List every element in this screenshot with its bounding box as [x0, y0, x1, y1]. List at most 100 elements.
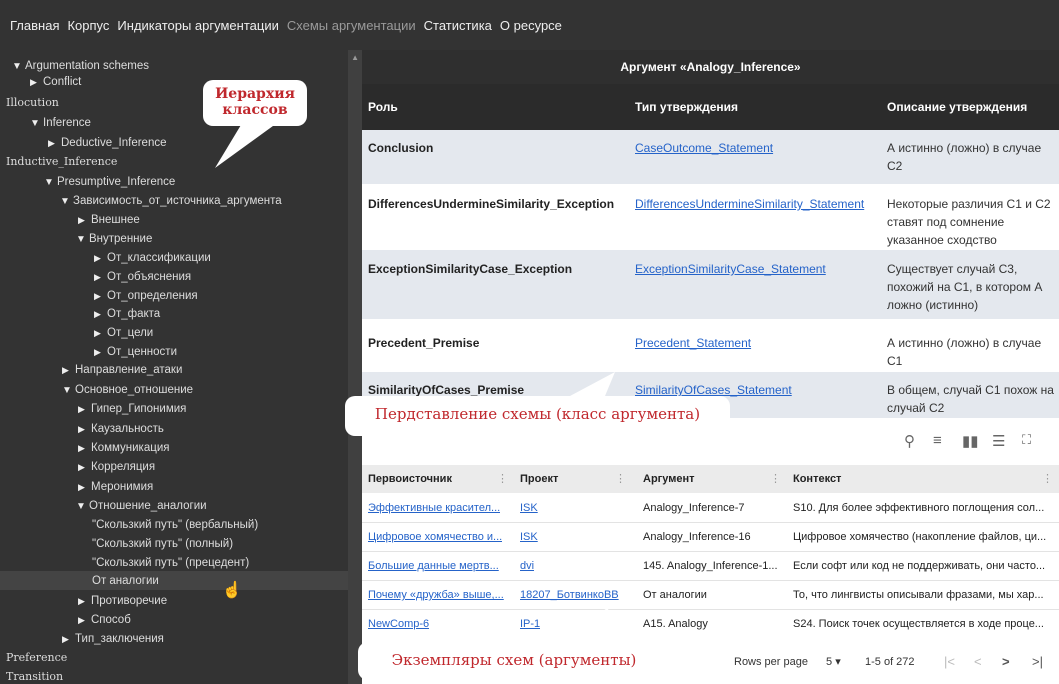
tree-node-label: Направление_атаки [75, 364, 183, 376]
statement-type-link[interactable]: DifferencesUndermineSimilarity_Statement [635, 195, 864, 213]
fullscreen-icon[interactable]: ⛶ [1022, 432, 1031, 448]
tree-node-from-fact[interactable]: ▶ От_факта [94, 305, 160, 323]
project-link[interactable]: 18207_БотвинкоВВ [520, 581, 619, 610]
source-link[interactable]: Почему «дружба» выше,... [368, 581, 504, 610]
tree-node-label: Тип_заключения [75, 633, 164, 645]
tree-node-label: Основное_отношение [75, 384, 194, 396]
nav-item-about[interactable]: О ресурсе [500, 18, 562, 33]
scroll-up-icon[interactable]: ▲ [351, 53, 359, 62]
tree-node-main-relation[interactable]: ▼ Основное_отношение [62, 381, 193, 399]
tree-node-label: От_определения [107, 290, 198, 302]
nav-item-indicators[interactable]: Индикаторы аргументации [117, 18, 278, 33]
column-header-context[interactable]: Контекст [793, 465, 841, 493]
density-icon[interactable]: ☰ [992, 432, 1005, 450]
tree-node-from-explanation[interactable]: ▶ От_объяснения [94, 268, 191, 286]
project-link[interactable]: ISK [520, 494, 538, 523]
column-header-statement-type: Тип утверждения [635, 100, 739, 114]
column-menu-icon[interactable]: ⋮ [615, 465, 626, 493]
project-link[interactable]: IP-1 [520, 610, 540, 639]
tree-node-source-dependency[interactable]: ▼ Зависимость_от_источника_аргумента [60, 192, 282, 210]
source-link[interactable]: Эффективные красител... [368, 494, 500, 523]
table-row[interactable]: Цифровое хомячество и... ISK Analogy_Inf… [362, 523, 1059, 552]
tree-node-correlation[interactable]: ▶ Корреляция [78, 458, 155, 476]
column-header-project[interactable]: Проект [520, 465, 558, 493]
filter-icon[interactable]: ≡ [933, 432, 942, 449]
columns-icon[interactable]: ▮▮ [962, 432, 979, 450]
scheme-tree: ▲ ▼ Argumentation schemes ▶ Conflict Illoc… [0, 50, 362, 684]
tree-node-inductive[interactable]: Inductive_Inference [6, 153, 117, 171]
tree-node-causality[interactable]: ▶ Каузальность [78, 420, 164, 438]
next-page-icon[interactable]: > [1002, 640, 1010, 684]
table-row[interactable]: Большие данные мертв... dvi 145. Analogy… [362, 552, 1059, 581]
collapsed-triangle-icon: ▶ [94, 253, 101, 263]
table-row[interactable]: NewComp-6 IP-1 A15. Analogy S24. Поиск т… [362, 610, 1059, 639]
statement-type-link[interactable]: Precedent_Statement [635, 334, 751, 352]
nav-item-home[interactable]: Главная [10, 18, 59, 33]
tree-node-method[interactable]: ▶ Способ [78, 611, 131, 629]
tree-node-preference[interactable]: Preference [6, 649, 67, 667]
tree-node-attack-direction[interactable]: ▶ Направление_атаки [62, 361, 182, 379]
tree-node-slippery-precedent[interactable]: "Скользкий путь" (прецедент) [92, 554, 249, 572]
source-link[interactable]: Большие данные мертв... [368, 552, 499, 581]
collapsed-triangle-icon: ▶ [94, 328, 101, 338]
tree-node-hyper-hyponymy[interactable]: ▶ Гипер_Гипонимия [78, 400, 186, 418]
tree-node-label: Каузальность [91, 423, 164, 435]
column-menu-icon[interactable]: ⋮ [497, 465, 508, 493]
column-header-argument[interactable]: Аргумент [643, 465, 695, 493]
project-link[interactable]: dvi [520, 552, 534, 581]
tree-node-label: Transition [6, 670, 64, 683]
tree-node-conflict[interactable]: ▶ Conflict [30, 73, 81, 91]
statement-description: В общем, случай С1 похож на случай С2 [887, 383, 1054, 415]
tree-node-deductive[interactable]: ▶ Deductive_Inference [48, 134, 166, 152]
tree-node-label: От_факта [107, 308, 161, 320]
nav-item-corpus[interactable]: Корпус [67, 18, 109, 33]
column-header-source[interactable]: Первоисточник [368, 465, 452, 493]
table-row: Conclusion CaseOutcome_Statement А истин… [362, 130, 1059, 185]
tree-node-presumptive[interactable]: ▼ Presumptive_Inference [44, 173, 175, 191]
tree-node-slippery-verbal[interactable]: "Скользкий путь" (вербальный) [92, 516, 258, 534]
statement-type-link[interactable]: CaseOutcome_Statement [635, 139, 773, 157]
first-page-icon[interactable]: |< [944, 640, 955, 684]
column-menu-icon[interactable]: ⋮ [770, 465, 781, 493]
tree-node-transition[interactable]: Transition [6, 668, 63, 684]
tree-node-meronymy[interactable]: ▶ Меронимия [78, 478, 153, 496]
sidebar-scrollbar[interactable]: ▲ [348, 50, 362, 684]
tree-node-internal[interactable]: ▼ Внутренние [76, 230, 152, 248]
tree-node-label: Presumptive_Inference [57, 176, 176, 188]
tree-node-label: Корреляция [91, 461, 156, 473]
source-link[interactable]: Цифровое хомячество и... [368, 523, 502, 552]
column-menu-icon[interactable]: ⋮ [1042, 465, 1053, 493]
instances-callout: Экземпляры схем (аргументы) [358, 642, 670, 680]
last-page-icon[interactable]: >| [1032, 640, 1043, 684]
tree-node-from-classification[interactable]: ▶ От_классификации [94, 249, 211, 267]
tree-node-analogy-relation[interactable]: ▼ Отношение_аналогии [76, 497, 207, 515]
source-link[interactable]: NewComp-6 [368, 610, 429, 639]
project-link[interactable]: ISK [520, 523, 538, 552]
tree-node-label: Отношение_аналогии [89, 500, 207, 512]
search-icon[interactable]: ⚲ [904, 432, 915, 450]
tree-node-illocution[interactable]: Illocution [6, 94, 59, 112]
tree-node-label: Гипер_Гипонимия [91, 403, 187, 415]
tree-node-slippery-full[interactable]: "Скользкий путь" (полный) [92, 535, 233, 553]
table-row[interactable]: Эффективные красител... ISK Analogy_Infe… [362, 494, 1059, 523]
statement-type-link[interactable]: ExceptionSimilarityCase_Statement [635, 260, 826, 278]
nav-item-statistics[interactable]: Статистика [424, 18, 492, 33]
table-row[interactable]: Почему «дружба» выше,... 18207_БотвинкоВ… [362, 581, 1059, 610]
tree-node-conclusion-type[interactable]: ▶ Тип_заключения [62, 630, 164, 648]
statement-description: А истинно (ложно) в случае С2 [887, 141, 1042, 173]
statement-description: А истинно (ложно) в случае С1 [887, 336, 1042, 368]
tree-node-from-definition[interactable]: ▶ От_определения [94, 287, 198, 305]
role-cell: Conclusion [368, 141, 434, 155]
previous-page-icon[interactable]: < [974, 640, 982, 684]
tree-node-from-value[interactable]: ▶ От_ценности [94, 343, 177, 361]
tree-node-external[interactable]: ▶ Внешнее [78, 211, 140, 229]
tree-node-from-goal[interactable]: ▶ От_цели [94, 324, 153, 342]
tree-node-contradiction[interactable]: ▶ Противоречие [78, 592, 167, 610]
hierarchy-callout: Иерархия классов [203, 80, 307, 126]
rows-per-page-select[interactable]: 5 ▾ [826, 640, 841, 684]
tree-node-communication[interactable]: ▶ Коммуникация [78, 439, 169, 457]
tree-node-from-analogy[interactable]: От аналогии [92, 572, 159, 590]
collapsed-triangle-icon: ▶ [94, 272, 101, 282]
nav-item-schemes[interactable]: Схемы аргументации [287, 18, 416, 33]
tree-node-inference[interactable]: ▼ Inference [30, 114, 91, 132]
